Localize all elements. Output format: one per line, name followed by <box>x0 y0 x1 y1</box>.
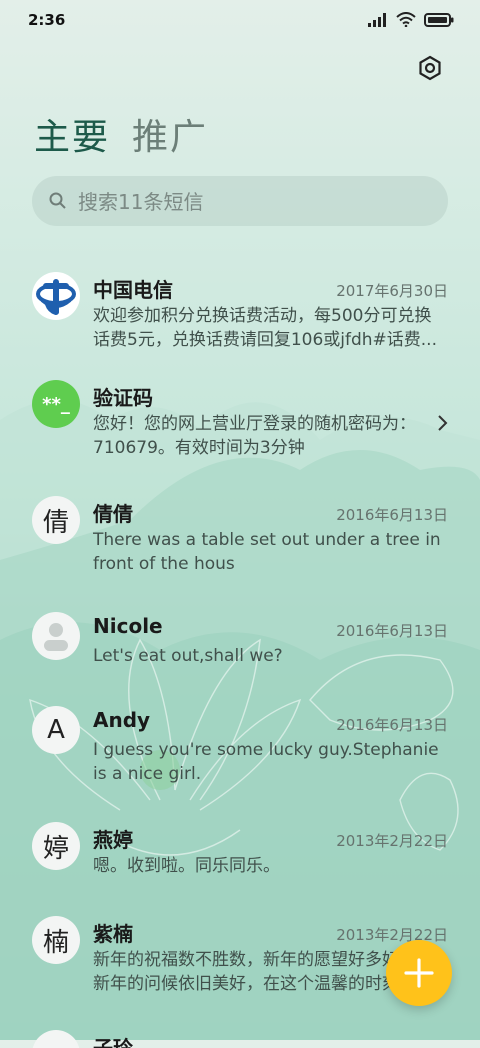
battery-icon <box>424 12 454 27</box>
conversation-row[interactable]: A Andy 2016年6月13日 I guess you're some lu… <box>0 702 480 808</box>
verification-code-avatar: **_ <box>32 380 80 428</box>
message-preview: I guess you're some lucky guy.Stephanie … <box>93 740 439 784</box>
conversation-row[interactable]: 倩 倩倩 2016年6月13日 There was a table set ou… <box>0 492 480 598</box>
contact-name: 倩倩 <box>93 502 133 526</box>
avatar: 婷 <box>32 822 80 870</box>
message-preview: 嗯。收到啦。同乐同乐。 <box>93 856 280 876</box>
tab-bar: 主要 推广 <box>34 108 208 160</box>
search-icon <box>49 192 66 209</box>
conversation-row[interactable]: 子玲 <box>0 1028 480 1048</box>
avatar <box>32 1030 80 1048</box>
contact-name: 验证码 <box>93 386 153 410</box>
message-date: 2016年6月13日 <box>336 716 448 734</box>
chevron-right-icon[interactable] <box>436 412 450 434</box>
contact-name: 子玲 <box>93 1036 133 1048</box>
wifi-icon <box>396 12 416 27</box>
conversation-row[interactable]: **_ 验证码 您好！您的网上营业厅登录的随机密码为：710679。有效时间为3… <box>0 376 480 482</box>
message-date: 2013年2月22日 <box>336 832 448 850</box>
status-icons <box>368 12 454 27</box>
contact-name: 燕婷 <box>93 828 133 852</box>
avatar <box>32 272 80 320</box>
search-bar[interactable] <box>32 176 448 228</box>
contact-name: 中国电信 <box>93 278 173 302</box>
status-time: 2:36 <box>28 11 66 29</box>
message-preview: Let's eat out,shall we? <box>93 646 283 666</box>
person-icon <box>44 623 68 651</box>
contact-name: 紫楠 <box>93 922 133 946</box>
contact-name: Nicole <box>93 614 163 638</box>
signal-icon <box>368 12 386 27</box>
tab-promotions[interactable]: 推广 <box>132 108 208 160</box>
avatar: 倩 <box>32 496 80 544</box>
search-input[interactable] <box>76 176 440 228</box>
message-preview: 欢迎参加积分兑换话费活动，每500分可兑换话费5元，兑换话费请回复106或jfd… <box>93 306 437 350</box>
status-bar: 2:36 <box>0 0 480 40</box>
message-date: 2017年6月30日 <box>336 282 448 300</box>
message-preview: There was a table set out under a tree i… <box>93 530 441 574</box>
conversation-row[interactable]: Nicole 2016年6月13日 Let's eat out,shall we… <box>0 608 480 694</box>
avatar: 楠 <box>32 916 80 964</box>
contact-name: Andy <box>93 708 151 732</box>
conversation-row[interactable]: 婷 燕婷 2013年2月22日 嗯。收到啦。同乐同乐。 <box>0 818 480 904</box>
message-preview: 您好！您的网上营业厅登录的随机密码为：710679。有效时间为3分钟 <box>93 414 416 458</box>
plus-icon <box>404 958 434 988</box>
tab-primary[interactable]: 主要 <box>34 108 110 160</box>
china-telecom-logo-icon <box>33 273 79 319</box>
new-message-button[interactable] <box>386 940 452 1006</box>
message-date: 2016年6月13日 <box>336 506 448 524</box>
settings-icon[interactable] <box>416 54 444 82</box>
avatar <box>32 612 80 660</box>
message-date: 2016年6月13日 <box>336 622 448 640</box>
conversation-row[interactable]: 中国电信 2017年6月30日 欢迎参加积分兑换话费活动，每500分可兑换话费5… <box>0 260 480 366</box>
avatar: A <box>32 706 80 754</box>
